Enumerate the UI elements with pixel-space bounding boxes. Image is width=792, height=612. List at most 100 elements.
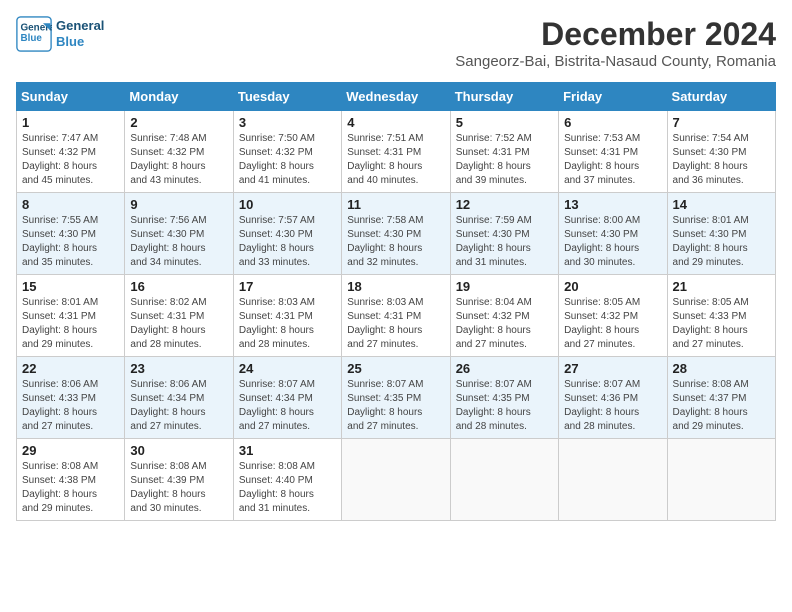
day-number: 24: [239, 361, 336, 376]
calendar-cell: [450, 439, 558, 521]
day-number: 25: [347, 361, 444, 376]
weekday-header-thursday: Thursday: [450, 83, 558, 111]
day-info: Sunrise: 7:48 AM Sunset: 4:32 PM Dayligh…: [130, 132, 227, 188]
day-number: 21: [673, 279, 770, 294]
calendar-cell: 7 Sunrise: 7:54 AM Sunset: 4:30 PM Daylig…: [667, 111, 775, 193]
day-number: 23: [130, 361, 227, 376]
calendar-week-row: 1 Sunrise: 7:47 AM Sunset: 4:32 PM Daylig…: [17, 111, 776, 193]
calendar-cell: 24 Sunrise: 8:07 AM Sunset: 4:34 PM Dayli…: [233, 357, 341, 439]
calendar-cell: 27 Sunrise: 8:07 AM Sunset: 4:36 PM Dayli…: [559, 357, 667, 439]
day-number: 9: [130, 197, 227, 212]
calendar-week-row: 8 Sunrise: 7:55 AM Sunset: 4:30 PM Daylig…: [17, 193, 776, 275]
calendar-cell: 17 Sunrise: 8:03 AM Sunset: 4:31 PM Dayli…: [233, 275, 341, 357]
day-number: 7: [673, 115, 770, 130]
calendar-cell: 6 Sunrise: 7:53 AM Sunset: 4:31 PM Daylig…: [559, 111, 667, 193]
day-info: Sunrise: 7:53 AM Sunset: 4:31 PM Dayligh…: [564, 132, 661, 188]
weekday-header-sunday: Sunday: [17, 83, 125, 111]
day-info: Sunrise: 8:06 AM Sunset: 4:34 PM Dayligh…: [130, 378, 227, 434]
day-number: 4: [347, 115, 444, 130]
day-info: Sunrise: 7:55 AM Sunset: 4:30 PM Dayligh…: [22, 214, 119, 270]
day-info: Sunrise: 7:56 AM Sunset: 4:30 PM Dayligh…: [130, 214, 227, 270]
calendar-week-row: 22 Sunrise: 8:06 AM Sunset: 4:33 PM Dayli…: [17, 357, 776, 439]
day-number: 6: [564, 115, 661, 130]
calendar-cell: 26 Sunrise: 8:07 AM Sunset: 4:35 PM Dayli…: [450, 357, 558, 439]
day-info: Sunrise: 8:03 AM Sunset: 4:31 PM Dayligh…: [347, 296, 444, 352]
day-number: 15: [22, 279, 119, 294]
calendar-week-row: 15Sunrise: 8:01 AM Sunset: 4:31 PM Dayli…: [17, 275, 776, 357]
day-info: Sunrise: 7:51 AM Sunset: 4:31 PM Dayligh…: [347, 132, 444, 188]
day-number: 18: [347, 279, 444, 294]
weekday-header-tuesday: Tuesday: [233, 83, 341, 111]
day-number: 3: [239, 115, 336, 130]
day-number: 16: [130, 279, 227, 294]
day-number: 10: [239, 197, 336, 212]
calendar-table: SundayMondayTuesdayWednesdayThursdayFrid…: [16, 82, 776, 521]
day-info: Sunrise: 8:00 AM Sunset: 4:30 PM Dayligh…: [564, 214, 661, 270]
day-number: 5: [456, 115, 553, 130]
day-info: Sunrise: 7:58 AM Sunset: 4:30 PM Dayligh…: [347, 214, 444, 270]
day-number: 27: [564, 361, 661, 376]
calendar-cell: 30Sunrise: 8:08 AM Sunset: 4:39 PM Dayli…: [125, 439, 233, 521]
day-info: Sunrise: 7:59 AM Sunset: 4:30 PM Dayligh…: [456, 214, 553, 270]
day-info: Sunrise: 7:47 AM Sunset: 4:32 PM Dayligh…: [22, 132, 119, 188]
day-number: 17: [239, 279, 336, 294]
calendar-cell: 15Sunrise: 8:01 AM Sunset: 4:31 PM Dayli…: [17, 275, 125, 357]
calendar-title: December 2024: [455, 16, 776, 53]
page-header: General Blue General Blue December 2024 …: [16, 16, 776, 78]
day-number: 26: [456, 361, 553, 376]
day-info: Sunrise: 8:07 AM Sunset: 4:36 PM Dayligh…: [564, 378, 661, 434]
day-info: Sunrise: 8:07 AM Sunset: 4:34 PM Dayligh…: [239, 378, 336, 434]
day-number: 30: [130, 443, 227, 458]
day-info: Sunrise: 8:02 AM Sunset: 4:31 PM Dayligh…: [130, 296, 227, 352]
calendar-cell: 1 Sunrise: 7:47 AM Sunset: 4:32 PM Daylig…: [17, 111, 125, 193]
calendar-cell: 12Sunrise: 7:59 AM Sunset: 4:30 PM Dayli…: [450, 193, 558, 275]
calendar-cell: [667, 439, 775, 521]
calendar-cell: 4 Sunrise: 7:51 AM Sunset: 4:31 PM Daylig…: [342, 111, 450, 193]
day-info: Sunrise: 8:08 AM Sunset: 4:40 PM Dayligh…: [239, 460, 336, 516]
calendar-cell: 20 Sunrise: 8:05 AM Sunset: 4:32 PM Dayli…: [559, 275, 667, 357]
day-info: Sunrise: 7:57 AM Sunset: 4:30 PM Dayligh…: [239, 214, 336, 270]
day-info: Sunrise: 8:08 AM Sunset: 4:38 PM Dayligh…: [22, 460, 119, 516]
calendar-week-row: 29 Sunrise: 8:08 AM Sunset: 4:38 PM Dayli…: [17, 439, 776, 521]
day-number: 11: [347, 197, 444, 212]
day-number: 1: [22, 115, 119, 130]
calendar-cell: 19Sunrise: 8:04 AM Sunset: 4:32 PM Dayli…: [450, 275, 558, 357]
calendar-cell: 3 Sunrise: 7:50 AM Sunset: 4:32 PM Daylig…: [233, 111, 341, 193]
calendar-cell: [342, 439, 450, 521]
day-info: Sunrise: 8:05 AM Sunset: 4:33 PM Dayligh…: [673, 296, 770, 352]
title-block: December 2024 Sangeorz-Bai, Bistrita-Nas…: [455, 16, 776, 78]
calendar-cell: 22 Sunrise: 8:06 AM Sunset: 4:33 PM Dayli…: [17, 357, 125, 439]
day-info: Sunrise: 7:50 AM Sunset: 4:32 PM Dayligh…: [239, 132, 336, 188]
calendar-cell: 2Sunrise: 7:48 AM Sunset: 4:32 PM Daylig…: [125, 111, 233, 193]
logo-icon: General Blue: [16, 16, 52, 52]
day-number: 22: [22, 361, 119, 376]
logo-text: General Blue: [56, 18, 104, 49]
calendar-cell: 25Sunrise: 8:07 AM Sunset: 4:35 PM Dayli…: [342, 357, 450, 439]
calendar-cell: 21 Sunrise: 8:05 AM Sunset: 4:33 PM Dayli…: [667, 275, 775, 357]
day-number: 28: [673, 361, 770, 376]
weekday-header-wednesday: Wednesday: [342, 83, 450, 111]
day-info: Sunrise: 8:05 AM Sunset: 4:32 PM Dayligh…: [564, 296, 661, 352]
calendar-cell: 14Sunrise: 8:01 AM Sunset: 4:30 PM Dayli…: [667, 193, 775, 275]
logo: General Blue General Blue: [16, 16, 104, 52]
day-info: Sunrise: 8:08 AM Sunset: 4:37 PM Dayligh…: [673, 378, 770, 434]
day-info: Sunrise: 8:06 AM Sunset: 4:33 PM Dayligh…: [22, 378, 119, 434]
calendar-body: 1 Sunrise: 7:47 AM Sunset: 4:32 PM Daylig…: [17, 111, 776, 521]
day-number: 8: [22, 197, 119, 212]
day-info: Sunrise: 7:54 AM Sunset: 4:30 PM Dayligh…: [673, 132, 770, 188]
day-number: 20: [564, 279, 661, 294]
calendar-cell: 16 Sunrise: 8:02 AM Sunset: 4:31 PM Dayli…: [125, 275, 233, 357]
day-info: Sunrise: 8:04 AM Sunset: 4:32 PM Dayligh…: [456, 296, 553, 352]
calendar-header-row: SundayMondayTuesdayWednesdayThursdayFrid…: [17, 83, 776, 111]
day-number: 13: [564, 197, 661, 212]
calendar-cell: 23 Sunrise: 8:06 AM Sunset: 4:34 PM Dayli…: [125, 357, 233, 439]
day-info: Sunrise: 8:03 AM Sunset: 4:31 PM Dayligh…: [239, 296, 336, 352]
calendar-cell: [559, 439, 667, 521]
calendar-cell: 5Sunrise: 7:52 AM Sunset: 4:31 PM Daylig…: [450, 111, 558, 193]
day-info: Sunrise: 8:07 AM Sunset: 4:35 PM Dayligh…: [456, 378, 553, 434]
calendar-cell: 29 Sunrise: 8:08 AM Sunset: 4:38 PM Dayli…: [17, 439, 125, 521]
day-number: 14: [673, 197, 770, 212]
day-number: 29: [22, 443, 119, 458]
weekday-header-monday: Monday: [125, 83, 233, 111]
day-number: 31: [239, 443, 336, 458]
